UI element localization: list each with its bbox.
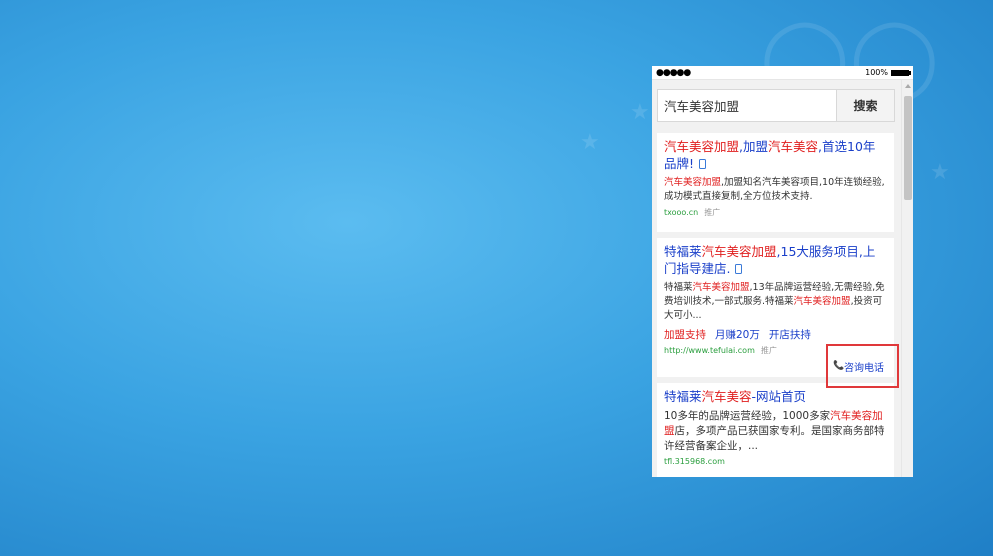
result-title-link[interactable]: 特福莱汽车美容加盟,15大服务项目,上门指导建店.	[664, 243, 887, 277]
battery-icon	[891, 69, 911, 76]
sitelinks: 加盟支持 月赚20万 开店扶持	[664, 327, 887, 342]
sitelink-monthly-earnings[interactable]: 月赚20万	[715, 327, 760, 342]
scroll-up-arrow-icon[interactable]	[905, 84, 911, 88]
result-title-link[interactable]: 特福莱汽车美容-网站首页	[664, 388, 887, 405]
phone-call-icon: 📞	[833, 360, 845, 371]
scrollbar-thumb[interactable]	[904, 96, 912, 200]
result-title-link[interactable]: 汽车美容加盟,加盟汽车美容,首选10年品牌!	[664, 138, 887, 172]
battery-percent: 100%	[865, 68, 888, 77]
result-meta: txooo.cn 推广	[664, 207, 887, 218]
result-url[interactable]: tfl.315968.com	[664, 457, 725, 466]
ad-tag: 推广	[760, 346, 777, 355]
search-input[interactable]	[658, 90, 836, 121]
sitelink-store-support[interactable]: 开店扶持	[769, 327, 811, 342]
scrollbar[interactable]	[901, 80, 913, 477]
result-card: 汽车美容加盟,加盟汽车美容,首选10年品牌! 汽车美容加盟,加盟知名汽车美容项目…	[657, 133, 894, 232]
result-description: 特福莱汽车美容加盟,13年品牌运营经验,无需经验,免费培训技术,一部式服务.特福…	[664, 282, 885, 321]
result-meta: tfl.315968.com	[664, 457, 887, 466]
signal-indicator: ●●●●●	[656, 67, 691, 78]
star-icon: ★	[930, 160, 950, 185]
result-url[interactable]: http://www.tefulai.com	[664, 346, 755, 355]
result-url[interactable]: txooo.cn	[664, 208, 698, 217]
phone-frame: ●●●●● 100% 搜索 汽车美容加盟,加盟汽车美容,首选10年品牌! 汽车美…	[652, 66, 913, 477]
search-button[interactable]: 搜索	[836, 90, 894, 121]
results-scroll-area[interactable]: 搜索 汽车美容加盟,加盟汽车美容,首选10年品牌! 汽车美容加盟,加盟知名汽车美…	[652, 80, 901, 477]
status-bar: ●●●●● 100%	[652, 66, 913, 80]
star-icon: ★	[580, 130, 600, 155]
mobile-icon	[735, 264, 743, 274]
result-description: 汽车美容加盟,加盟知名汽车美容项目,10年连锁经验,成功模式直接复制,全方位技术…	[664, 177, 885, 202]
ad-tag: 推广	[704, 208, 721, 217]
result-description: 10多年的品牌运营经验，1000多家汽车美容加盟店，多项产品已获国家专利。是国家…	[664, 410, 885, 452]
mobile-icon	[699, 159, 707, 169]
star-icon: ★	[630, 100, 650, 125]
call-consult-button[interactable]: 📞 咨询电话	[826, 344, 899, 388]
result-card: 特福莱汽车美容-网站首页 10多年的品牌运营经验，1000多家汽车美容加盟店，多…	[657, 383, 894, 477]
call-consult-label: 咨询电话	[844, 362, 884, 374]
sitelink-join-support[interactable]: 加盟支持	[664, 327, 706, 342]
search-bar: 搜索	[657, 89, 895, 122]
